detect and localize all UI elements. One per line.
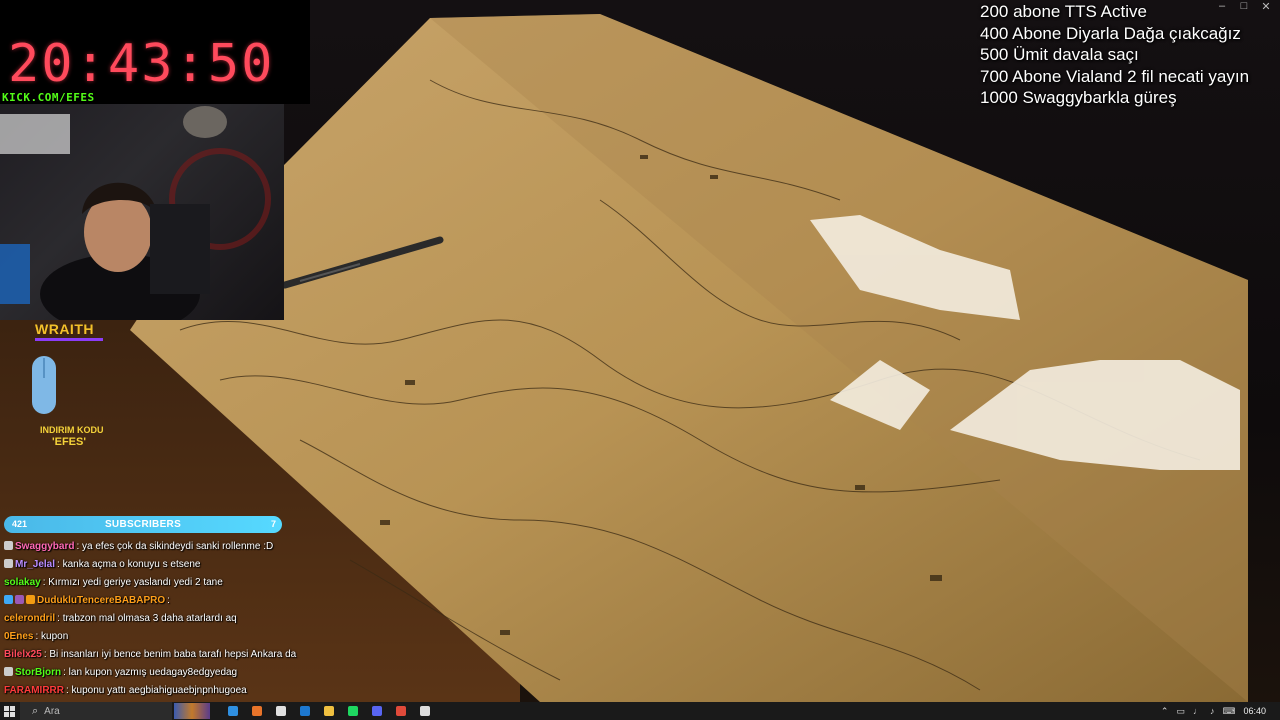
obs-glyph — [420, 706, 430, 716]
pinned-apps — [224, 702, 434, 720]
chat-username: Swaggybard — [15, 541, 75, 552]
calendar-icon[interactable] — [272, 702, 290, 720]
chat-badge-icon — [4, 541, 13, 550]
firefox-glyph — [252, 706, 262, 716]
chat-text: : Kırmızı yedi geriye yaslandı yedi 2 ta… — [42, 577, 223, 588]
chat-message: Mr_Jelal: kanka açma o konuyu s etsene — [0, 556, 330, 574]
chat-badge-icon — [26, 595, 35, 604]
network-icon[interactable]: ▭ — [1176, 706, 1185, 717]
goal-item: 200 abone TTS Active — [980, 2, 1147, 21]
search-placeholder: Ara — [44, 705, 60, 717]
microphone-icon[interactable]: ♩ — [1193, 706, 1202, 716]
edge-glyph — [228, 706, 238, 716]
sponsor-underline — [35, 338, 103, 341]
sponsor-name: WRAITH — [35, 321, 94, 337]
spotify-glyph — [348, 706, 358, 716]
promo-code: 'EFES' — [52, 436, 86, 448]
subscriber-label: SUBSCRIBERS — [104, 519, 182, 530]
chat-username: solakay — [4, 577, 41, 588]
chat-username: FARAMIRRR — [4, 685, 64, 696]
webcam-feed — [0, 104, 284, 320]
taskbar-search[interactable]: ⌕ Ara — [20, 702, 172, 720]
volume-icon[interactable]: ♪ — [1210, 706, 1215, 716]
system-tray: ⌃ ▭ ♩ ♪ ⌨ 06:40 — [1161, 702, 1280, 720]
chat-text: : lan kupon yazmış uedagay8edgyedag — [63, 667, 238, 678]
promo-label: INDIRIM KODU — [40, 425, 104, 435]
chrome-glyph — [396, 706, 406, 716]
close-icon[interactable]: ✕ — [1260, 0, 1272, 13]
chat-badge-icon — [15, 595, 24, 604]
chat-text: : kupon — [35, 631, 69, 642]
files-icon[interactable] — [320, 702, 338, 720]
tray-clock[interactable]: 06:40 — [1243, 706, 1266, 716]
outlook-glyph — [300, 706, 310, 716]
start-button[interactable] — [0, 702, 18, 720]
mouse-icon — [32, 356, 56, 414]
chevron-up-icon[interactable]: ⌃ — [1161, 706, 1169, 717]
chat-badge-icon — [4, 559, 13, 568]
obs-icon[interactable] — [416, 702, 434, 720]
streamer-image — [0, 106, 271, 320]
chat-username: celerondril — [4, 613, 56, 624]
chat-username: Mr_Jelal — [15, 559, 56, 570]
chat-text: : trabzon mal olmasa 3 daha atarlardı aq — [57, 613, 237, 624]
search-icon: ⌕ — [32, 704, 39, 717]
files-glyph — [324, 706, 334, 716]
chat-badge-icon — [4, 667, 13, 676]
calendar-glyph — [276, 706, 286, 716]
edge-icon[interactable] — [224, 702, 242, 720]
chat-text: : kanka açma o konuyu s etsene — [57, 559, 201, 570]
pinned-game-thumbnail[interactable] — [174, 703, 210, 719]
goal-item: 400 Abone Diyarla Dağa çıakcağız — [980, 23, 1241, 43]
chat-badge-icon — [4, 595, 13, 604]
subscriber-goals: 200 abone TTS Active 400 Abone Diyarla D… — [980, 1, 1249, 109]
stream-timer: 20:43:50 KICK.COM/EFES — [0, 0, 310, 104]
chat-message: celerondril: trabzon mal olmasa 3 daha a… — [0, 610, 330, 628]
subscriber-goal-marker: 7 — [270, 519, 276, 529]
chat-text: : — [167, 595, 170, 606]
goal-item: 700 Abone Vialand 2 fil necati yayın — [980, 66, 1250, 86]
chat-username: DudukluTencereBABAPRO — [37, 595, 166, 606]
chat-message: StorBjorn: lan kupon yazmış uedagay8edgy… — [0, 664, 330, 682]
chat-message: DudukluTencereBABAPRO: — [0, 592, 330, 610]
keyboard-icon[interactable]: ⌨ — [1222, 706, 1235, 717]
chat-overlay: Swaggybard: ya efes çok da sikindeydi sa… — [0, 538, 330, 700]
goal-item: 1000 Swaggybarkla güreş — [980, 88, 1177, 107]
chat-username: 0Enes — [4, 631, 34, 642]
spotify-icon[interactable] — [344, 702, 362, 720]
sponsor-panel: WRAITH INDIRIM KODU 'EFES' — [0, 320, 120, 470]
chat-text: : kuponu yattı aegbiahiguaebjnpnhugoea — [66, 685, 247, 696]
chat-message: 0Enes: kupon — [0, 628, 330, 646]
chat-message: Swaggybard: ya efes çok da sikindeydi sa… — [0, 538, 330, 556]
timer-digits: 20:43:50 — [8, 34, 275, 94]
chat-message: solakay: Kırmızı yedi geriye yaslandı ye… — [0, 574, 330, 592]
channel-link: KICK.COM/EFES — [2, 91, 95, 104]
discord-glyph — [372, 706, 382, 716]
goal-item: 500 Ümit davala saçı — [980, 45, 1139, 64]
chrome-icon[interactable] — [392, 702, 410, 720]
chat-text: : ya efes çok da sikindeydi sanki rollen… — [76, 541, 274, 552]
subscriber-bar: 421 SUBSCRIBERS 7 — [4, 516, 282, 533]
chat-message: Bilelx25: Bi insanları iyi bence benim b… — [0, 646, 330, 664]
chat-message: FARAMIRRR: kuponu yattı aegbiahiguaebjnp… — [0, 682, 330, 700]
windows-icon — [3, 705, 15, 717]
firefox-icon[interactable] — [248, 702, 266, 720]
chat-username: Bilelx25 — [4, 649, 42, 660]
taskbar: ⌕ Ara ⌃ ▭ ♩ ♪ ⌨ 06:40 — [0, 702, 1280, 720]
outlook-icon[interactable] — [296, 702, 314, 720]
chat-text: : Bi insanları iyi bence benim baba tara… — [43, 649, 297, 660]
chat-username: StorBjorn — [15, 667, 62, 678]
discord-icon[interactable] — [368, 702, 386, 720]
